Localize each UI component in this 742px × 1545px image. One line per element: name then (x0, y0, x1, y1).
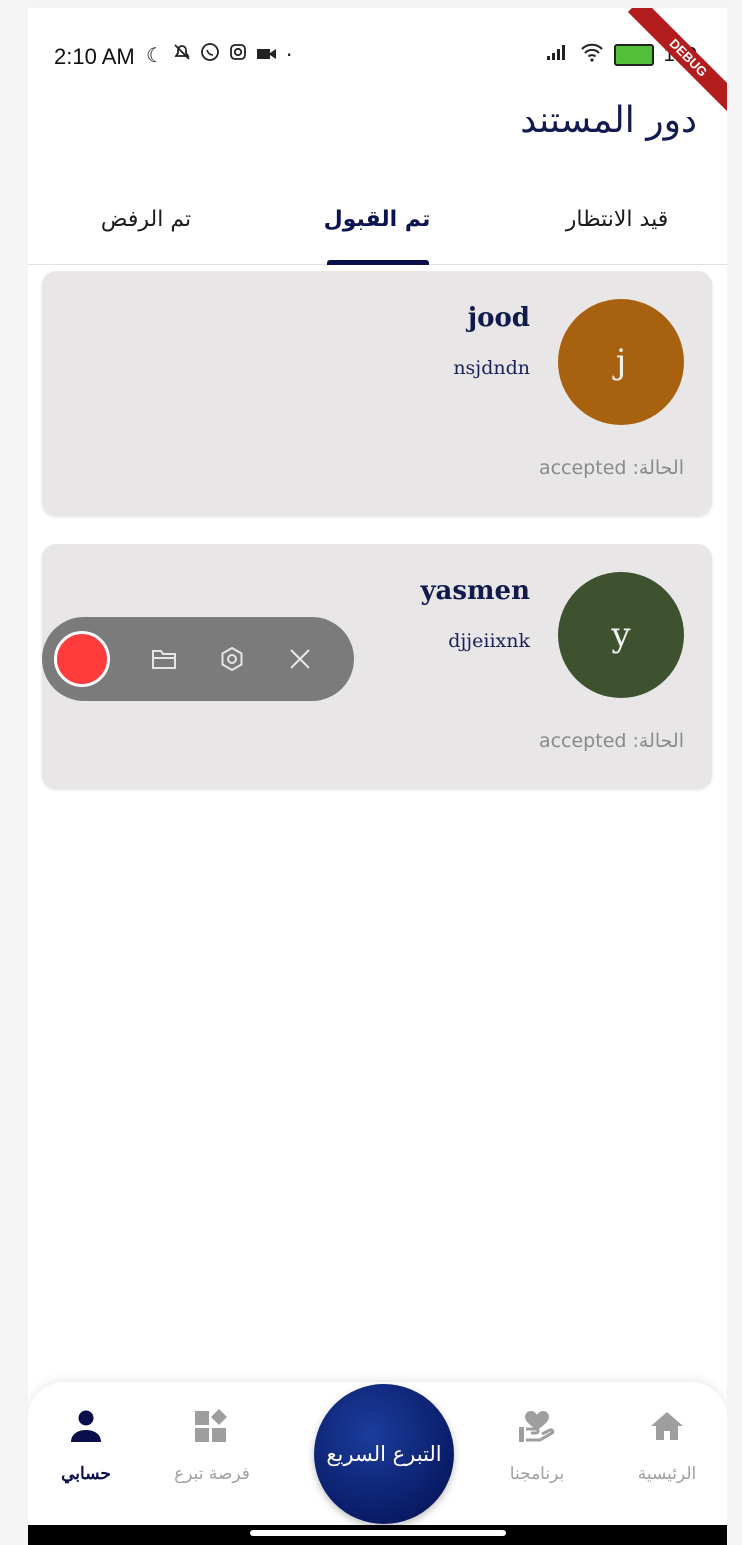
tab-rejected[interactable]: تم الرفض (36, 188, 256, 264)
status-bar: 2:10 AM ☾ · DEBUG (28, 8, 727, 119)
video-icon (256, 43, 278, 67)
right-edge (727, 0, 742, 1545)
card-subtitle: djjeiixnk (448, 630, 530, 652)
dot-icon: · (285, 42, 293, 67)
card-status: الحالة: accepted (538, 457, 684, 479)
page: 2:10 AM ☾ · DEBUG دور المستند قيد الانتظ… (0, 0, 742, 1545)
battery-icon (613, 44, 654, 66)
tab-accepted[interactable]: تم القبول (267, 188, 487, 264)
page-title: دور المستند (520, 100, 697, 141)
heart-hand-icon (477, 1404, 597, 1448)
card-name: yasmen (420, 576, 530, 606)
settings-icon[interactable] (218, 645, 246, 673)
tab-pending[interactable]: قيد الانتظار (507, 188, 727, 264)
folder-icon[interactable] (150, 645, 178, 673)
avatar-letter: j (615, 342, 627, 382)
quick-donate-button[interactable]: التبرع السريع (314, 1384, 454, 1524)
left-edge (0, 0, 28, 1545)
tab-bar: قيد الانتظار تم القبول تم الرفض (28, 188, 727, 265)
nav-item-programs[interactable]: برنامجنا (477, 1404, 597, 1484)
card-status: الحالة: accepted (538, 730, 684, 752)
card-name: jood (467, 303, 530, 333)
nav-label: حسابي (61, 1464, 111, 1484)
record-button[interactable] (54, 631, 110, 687)
request-card[interactable]: j jood nsjdndn الحالة: accepted (42, 271, 712, 515)
screen-recorder-bar (42, 617, 354, 701)
avatar: y (558, 572, 684, 698)
instagram-icon (228, 42, 248, 67)
status-time: 2:10 AM (54, 44, 135, 69)
close-icon[interactable] (286, 645, 314, 673)
nav-label: فرصة تبرع (174, 1464, 250, 1484)
whatsapp-icon (200, 42, 220, 67)
grid-icon (152, 1404, 272, 1448)
nav-label: برنامجنا (509, 1464, 565, 1484)
nav-item-home[interactable]: الرئيسية (607, 1404, 727, 1484)
wifi-icon (580, 42, 604, 68)
avatar-letter: y (611, 615, 631, 655)
silent-icon (172, 42, 192, 67)
avatar: j (558, 299, 684, 425)
nav-item-opportunity[interactable]: فرصة تبرع (152, 1404, 272, 1484)
tab-indicator (327, 260, 429, 265)
notification-icons: ☾ · (146, 42, 292, 67)
person-icon (28, 1404, 146, 1448)
home-indicator[interactable] (250, 1530, 506, 1536)
phone-screen: 2:10 AM ☾ · DEBUG دور المستند قيد الانتظ… (28, 8, 727, 1545)
nav-label: الرئيسية (637, 1464, 697, 1484)
quick-donate-label: التبرع السريع (326, 1442, 442, 1466)
home-icon (607, 1404, 727, 1448)
signal-icon (546, 43, 570, 67)
card-subtitle: nsjdndn (453, 357, 530, 379)
nav-item-account[interactable]: حسابي (28, 1404, 146, 1484)
moon-icon: ☾ (146, 42, 164, 67)
